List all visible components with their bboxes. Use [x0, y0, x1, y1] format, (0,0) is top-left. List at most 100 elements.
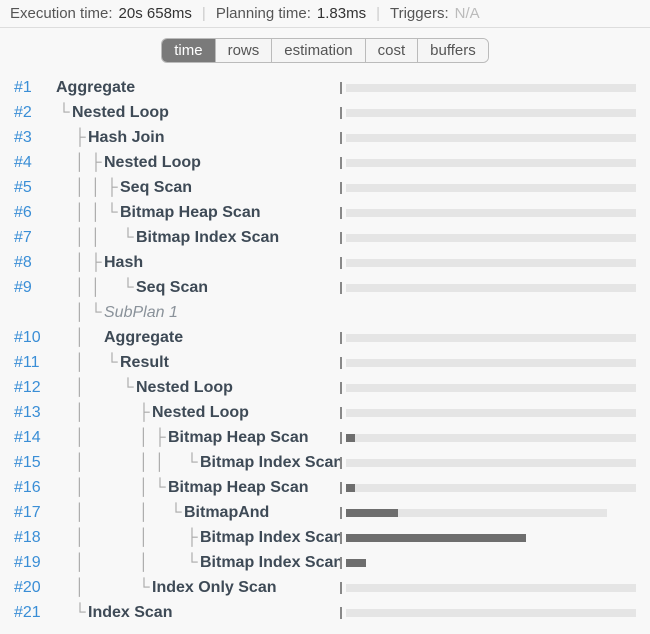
plan-row[interactable]: #21 └Index Scan [10, 600, 640, 625]
tree-spacer [120, 404, 136, 422]
tab-buffers[interactable]: buffers [418, 39, 488, 62]
tree-spacer [56, 429, 72, 447]
bar-background [346, 209, 636, 217]
tree-structure: │└ [56, 300, 104, 325]
plan-row[interactable]: #4 │├Nested Loop [10, 150, 640, 175]
tree-spacer [120, 504, 136, 522]
tree-spacer [120, 479, 136, 497]
tree-spacer [104, 404, 120, 422]
row-number: #13 [10, 404, 56, 422]
bar-tick-icon [340, 607, 342, 619]
tree-spacer [56, 604, 72, 622]
tree-spacer [104, 229, 120, 247]
tree-spacer [120, 529, 136, 547]
exec-time-label: Execution time: [10, 5, 113, 22]
tree-structure: │ └ [56, 350, 120, 375]
row-number: #9 [10, 279, 56, 297]
tree-elbow-icon: └ [184, 554, 200, 572]
stats-header: Execution time: 20s 658ms | Planning tim… [0, 0, 650, 28]
tree-elbow-icon: └ [120, 379, 136, 397]
bar-background [346, 459, 636, 467]
tree-spacer [88, 404, 104, 422]
plan-row[interactable]: #15 │ ││ └Bitmap Index Scan [10, 450, 640, 475]
tree-structure: │├ [56, 250, 104, 275]
tab-time[interactable]: time [162, 39, 215, 62]
plan-row[interactable]: #2└Nested Loop [10, 100, 640, 125]
timing-bar [340, 432, 640, 444]
plan-row[interactable]: #19 │ │ └Bitmap Index Scan [10, 550, 640, 575]
tree-structure: │├ [56, 150, 104, 175]
bar-tick-icon [340, 157, 342, 169]
plan-row[interactable]: #20 │ └Index Only Scan [10, 575, 640, 600]
plan-row[interactable]: #9 ││ └Seq Scan [10, 275, 640, 300]
plan-row[interactable]: #8 │├Hash [10, 250, 640, 275]
separator: | [372, 5, 384, 22]
row-number: #15 [10, 454, 56, 472]
tree-vertical-icon: │ [136, 454, 152, 472]
tree-spacer [56, 354, 72, 372]
tree-elbow-icon: └ [104, 204, 120, 222]
tree-vertical-icon: │ [72, 304, 88, 322]
row-number: #19 [10, 554, 56, 572]
tree-spacer [104, 479, 120, 497]
tree-elbow-icon: └ [104, 354, 120, 372]
bar-tick-icon [340, 482, 342, 494]
bar-background [346, 334, 636, 342]
bar-background [346, 384, 636, 392]
plan-row[interactable]: #14 │ │├Bitmap Heap Scan [10, 425, 640, 450]
plan-row[interactable]: #3 ├Hash Join [10, 125, 640, 150]
plan-row[interactable]: #12 │ └Nested Loop [10, 375, 640, 400]
plan-row[interactable]: #7 ││ └Bitmap Index Scan [10, 225, 640, 250]
tree-structure: │ ├ [56, 400, 152, 425]
tree-spacer [104, 554, 120, 572]
tree-structure: │ └ [56, 375, 136, 400]
metric-tabs: timerowsestimationcostbuffers [161, 38, 489, 63]
separator: | [198, 5, 210, 22]
plan-row[interactable]: #5 ││├Seq Scan [10, 175, 640, 200]
node-label: Bitmap Heap Scan [168, 429, 340, 447]
node-label: Nested Loop [152, 404, 340, 422]
tree-tee-icon: ├ [136, 404, 152, 422]
tree-spacer [88, 579, 104, 597]
bar-background [346, 259, 636, 267]
tree-elbow-icon: └ [120, 279, 136, 297]
plan-row[interactable]: #1Aggregate [10, 75, 640, 100]
node-label: Index Scan [88, 604, 340, 622]
timing-bar [340, 107, 640, 119]
tree-vertical-icon: │ [72, 479, 88, 497]
row-number: #12 [10, 379, 56, 397]
plan-row[interactable]: #16 │ │└Bitmap Heap Scan [10, 475, 640, 500]
plan-row[interactable]: #11 │ └Result [10, 350, 640, 375]
tree-vertical-icon: │ [72, 254, 88, 272]
tree-spacer [168, 454, 184, 472]
tree-spacer [88, 379, 104, 397]
plan-row[interactable]: #10 │ Aggregate [10, 325, 640, 350]
tree-spacer [56, 504, 72, 522]
tree-structure: │ │ └ [56, 550, 200, 575]
tree-spacer [56, 329, 72, 347]
bar-tick-icon [340, 257, 342, 269]
tree-structure: │ │└ [56, 475, 168, 500]
bar-background [346, 409, 636, 417]
bar-tick-icon [340, 407, 342, 419]
node-label: Nested Loop [72, 104, 340, 122]
tab-rows[interactable]: rows [216, 39, 273, 62]
tab-cost[interactable]: cost [366, 39, 419, 62]
tab-estimation[interactable]: estimation [272, 39, 365, 62]
bar-background [346, 434, 636, 442]
tree-vertical-icon: │ [152, 454, 168, 472]
plan-row[interactable]: #6 ││└Bitmap Heap Scan [10, 200, 640, 225]
row-number: #18 [10, 529, 56, 547]
bar-tick-icon [340, 82, 342, 94]
tree-spacer [120, 454, 136, 472]
plan-row[interactable]: │└SubPlan 1 [10, 300, 640, 325]
tree-vertical-icon: │ [88, 229, 104, 247]
bar-tick-icon [340, 332, 342, 344]
plan-row[interactable]: #13 │ ├Nested Loop [10, 400, 640, 425]
timing-bar [340, 132, 640, 144]
plan-row[interactable]: #18 │ │ ├Bitmap Index Scan [10, 525, 640, 550]
tree-vertical-icon: │ [136, 479, 152, 497]
tree-spacer [88, 504, 104, 522]
tree-elbow-icon: └ [88, 304, 104, 322]
plan-row[interactable]: #17 │ │ └BitmapAnd [10, 500, 640, 525]
